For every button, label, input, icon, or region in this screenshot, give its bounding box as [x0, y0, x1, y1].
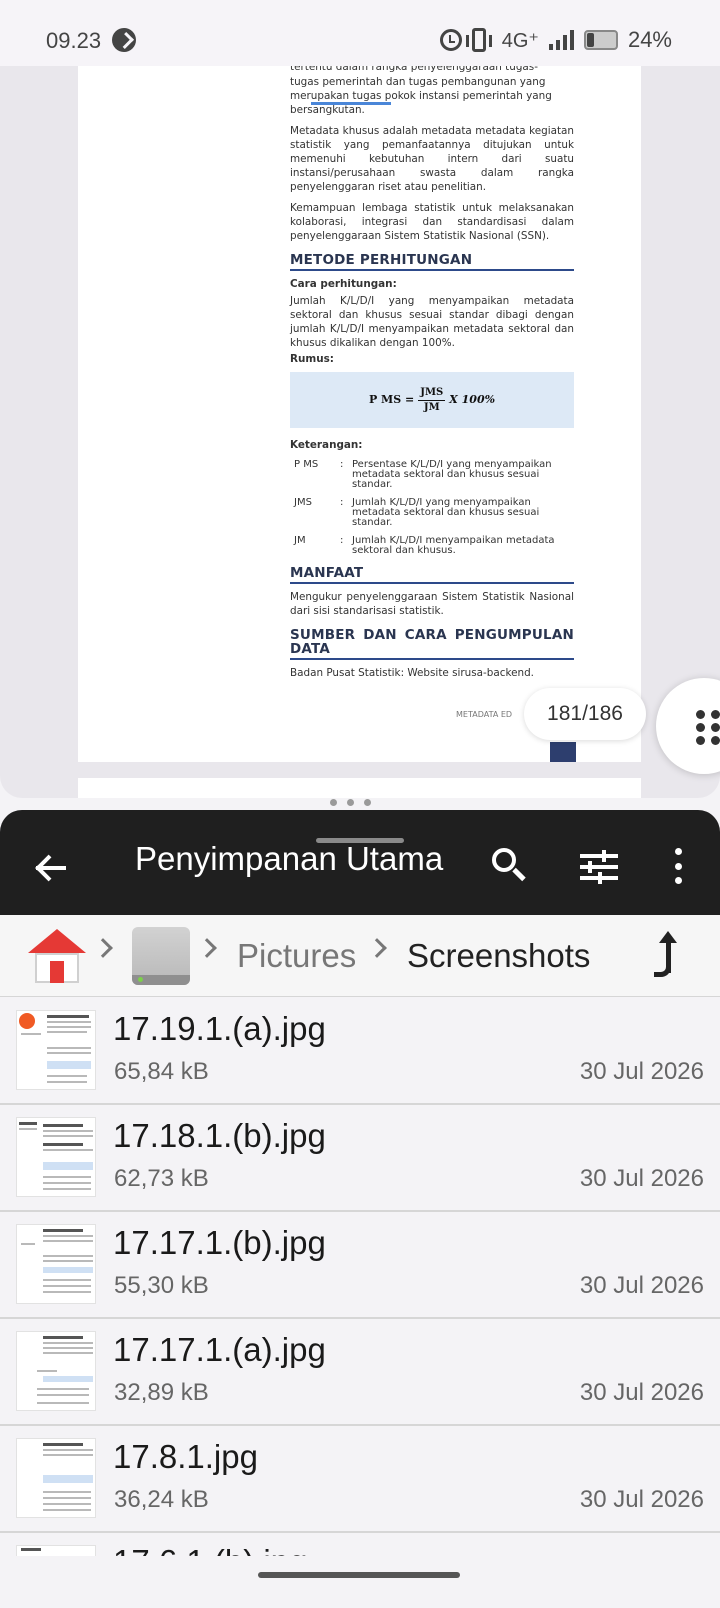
formula-numerator: JMS — [418, 386, 446, 401]
file-list: 17.19.1.(a).jpg 65,84 kB 30 Jul 2026 17.… — [0, 998, 720, 1573]
file-name: 17.18.1.(b).jpg — [113, 1117, 326, 1154]
battery-icon — [583, 30, 618, 50]
file-thumbnail — [16, 1331, 96, 1411]
file-date: 30 Jul 2026 — [579, 1272, 704, 1299]
definition-desc: Persentase K/L/D/I yang menyampaikan met… — [352, 459, 552, 490]
pdf-footer-text: METADATA ED — [456, 710, 513, 719]
file-row[interactable]: 17.8.1.jpg 36,24 kB 30 Jul 2026 — [0, 1426, 720, 1533]
pdf-cara-text: Jumlah K/L/D/I yang menyampaikan metadat… — [290, 295, 574, 349]
pdf-paragraph-kemampuan: Kemampuan lembaga statistik untuk melaks… — [290, 202, 574, 242]
toolbar: Penyimpanan Utama — [0, 810, 720, 915]
pdf-next-page[interactable] — [78, 778, 641, 798]
file-row[interactable]: 17.18.1.(b).jpg 62,73 kB 30 Jul 2026 — [0, 1105, 720, 1212]
definition-term: JM — [294, 535, 306, 546]
home-gesture-handle[interactable] — [258, 1572, 460, 1578]
definition-term: P MS — [294, 459, 319, 470]
pdf-intro-line-1: tugas pemerintah dan tugas pembangunan y… — [290, 76, 546, 88]
page-grid-button[interactable] — [656, 678, 720, 774]
pdf-text-column: tertentu dalam rangka penyelenggaraan tu… — [290, 66, 574, 687]
file-size: 36,24 kB — [114, 1486, 209, 1513]
file-thumbnail — [16, 1010, 96, 1090]
formula-box: P MS = JMS JM X 100% — [290, 372, 574, 428]
pdf-heading-manfaat: MANFAAT — [290, 566, 574, 584]
definition-colon: : — [340, 497, 344, 508]
pdf-intro-line-2-pre: mer — [290, 90, 311, 102]
file-date: 30 Jul 2026 — [579, 1486, 704, 1513]
status-icons: 4G⁺ 24% — [439, 26, 672, 54]
check-circle-icon — [112, 28, 136, 52]
vibrate-icon — [465, 28, 492, 52]
pdf-footer-bar — [550, 742, 576, 762]
pdf-heading-metode: METODE PERHITUNGAN — [290, 253, 574, 271]
toolbar-title: Penyimpanan Utama — [135, 840, 444, 877]
split-screen-handle[interactable] — [330, 799, 371, 806]
pdf-sumber-text: Badan Pusat Statistik: Website sirusa-ba… — [290, 667, 534, 679]
file-row[interactable]: 17.17.1.(a).jpg 32,89 kB 30 Jul 2026 — [0, 1319, 720, 1426]
alarm-icon — [439, 29, 462, 51]
pdf-cara-label: Cara perhitungan: — [290, 278, 397, 290]
formula-lhs: P MS = — [368, 393, 415, 406]
navigation-bar — [0, 1556, 720, 1608]
file-size: 62,73 kB — [114, 1165, 209, 1192]
signal-icon — [548, 30, 574, 50]
chevron-right-icon — [197, 938, 217, 958]
formula-fraction: JMS JM — [418, 386, 446, 415]
back-arrow-icon[interactable] — [30, 846, 74, 890]
pdf-paragraph-metadata-khusus: Metadata khusus adalah metadata metadata… — [290, 125, 574, 193]
network-type: 4G⁺ — [501, 29, 539, 52]
navigate-up-icon[interactable] — [652, 929, 688, 985]
pdf-page[interactable]: tertentu dalam rangka penyelenggaraan tu… — [78, 66, 641, 762]
file-row[interactable]: 17.19.1.(a).jpg 65,84 kB 30 Jul 2026 — [0, 998, 720, 1105]
page-indicator[interactable]: 181/186 — [524, 688, 646, 740]
pdf-keterangan-label: Keterangan: — [290, 439, 363, 451]
definition-colon: : — [340, 535, 344, 546]
definition-row: JM : Jumlah K/L/D/I menyampaikan metadat… — [290, 536, 574, 556]
file-size: 32,89 kB — [114, 1379, 209, 1406]
battery-percent: 24% — [627, 27, 672, 52]
file-name: 17.8.1.jpg — [113, 1438, 258, 1475]
file-size: 55,30 kB — [114, 1272, 209, 1299]
filter-sliders-icon[interactable] — [580, 850, 618, 884]
file-row[interactable]: 17.17.1.(b).jpg 55,30 kB 30 Jul 2026 — [0, 1212, 720, 1319]
breadcrumb: Pictures Screenshots — [0, 915, 720, 997]
home-icon[interactable] — [28, 929, 86, 985]
pdf-intro-line-3: bersangkutan. — [290, 104, 365, 116]
definition-term: JMS — [294, 497, 312, 508]
definition-desc: Jumlah K/L/D/I yang menyampaikan metadat… — [352, 497, 540, 528]
search-icon[interactable] — [490, 846, 530, 886]
breadcrumb-screenshots[interactable]: Screenshots — [407, 937, 590, 975]
file-date: 30 Jul 2026 — [579, 1058, 704, 1085]
pdf-viewer[interactable]: tertentu dalam rangka penyelenggaraan tu… — [0, 66, 720, 798]
definition-row: P MS : Persentase K/L/D/I yang menyampai… — [290, 460, 574, 490]
clock: 09.23 — [46, 28, 102, 53]
file-name: 17.19.1.(a).jpg — [113, 1010, 326, 1047]
more-options-icon[interactable] — [672, 848, 684, 884]
pdf-intro-paragraph: tugas pemerintah dan tugas pembangunan y… — [290, 75, 574, 117]
file-thumbnail — [16, 1438, 96, 1518]
pdf-heading-sumber: SUMBER DAN CARA PENGUMPULAN DATA — [290, 628, 574, 660]
file-thumbnail — [16, 1224, 96, 1304]
pdf-intro-line-2-post: okok instansi pemerintah yang — [391, 90, 552, 102]
definition-desc: Jumlah K/L/D/I menyampaikan metadata sek… — [352, 535, 555, 556]
chevron-right-icon — [367, 938, 387, 958]
file-manager-app: Penyimpanan Utama Pictures Screenshots 1… — [0, 810, 720, 1608]
breadcrumb-pictures[interactable]: Pictures — [237, 937, 356, 975]
definition-row: JMS : Jumlah K/L/D/I yang menyampaikan m… — [290, 498, 574, 528]
definition-colon: : — [340, 459, 344, 470]
grid-dots-icon — [696, 710, 720, 745]
file-date: 30 Jul 2026 — [579, 1165, 704, 1192]
formula-denominator: JM — [423, 401, 440, 413]
chevron-right-icon — [93, 938, 113, 958]
storage-drive-icon[interactable] — [132, 927, 190, 985]
pdf-manfaat-text: Mengukur penyelenggaraan Sistem Statisti… — [290, 591, 574, 617]
file-thumbnail — [16, 1117, 96, 1197]
pdf-rumus-label: Rumus: — [290, 353, 334, 365]
file-name: 17.17.1.(a).jpg — [113, 1331, 326, 1368]
pdf-cut-line: tertentu dalam rangka penyelenggaraan tu… — [290, 66, 538, 73]
file-name: 17.17.1.(b).jpg — [113, 1224, 326, 1261]
text-selection-highlight[interactable]: upakan tugas p — [310, 90, 392, 105]
file-date: 30 Jul 2026 — [579, 1379, 704, 1406]
formula-rhs: X 100% — [449, 393, 496, 406]
file-size: 65,84 kB — [114, 1058, 209, 1085]
